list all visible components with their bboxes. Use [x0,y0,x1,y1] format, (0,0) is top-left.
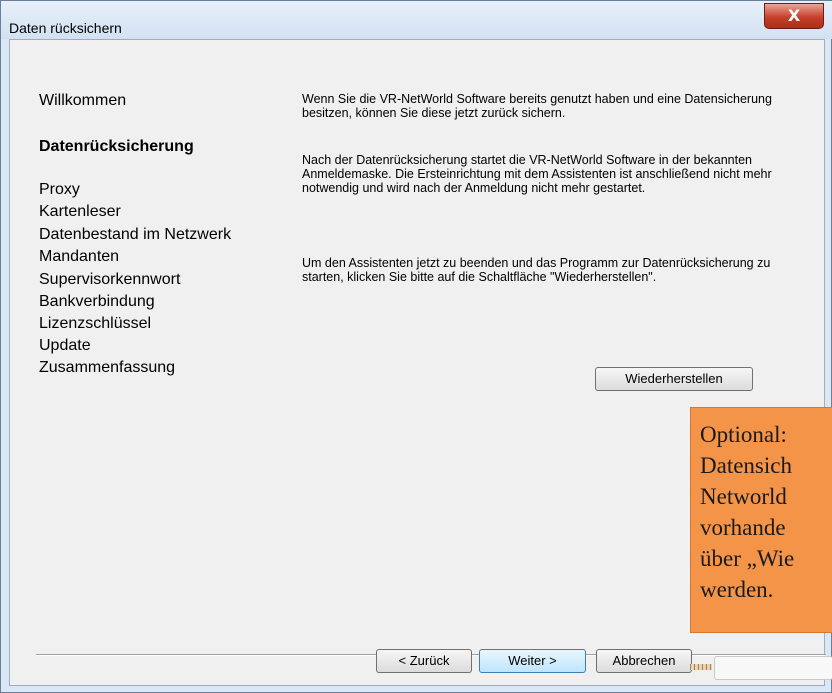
step-mandanten: Mandanten [39,248,120,265]
restore-button[interactable]: Wiederherstellen [595,367,753,391]
callout-line: werden. [700,577,774,602]
step-update: Update [39,337,91,354]
cancel-button[interactable]: Abbrechen [596,649,692,673]
step-supervisorkennwort: Supervisorkennwort [39,271,181,288]
title-bar[interactable]: Daten rücksichern X [1,1,832,39]
callout-line: über „Wie [700,546,795,571]
step-willkommen: Willkommen [39,92,127,109]
info-text: Nach der Datenrücksicherung startet die … [302,153,772,195]
callout-pointer [690,664,712,670]
close-icon: X [787,6,801,25]
callout-line: Optional: [700,422,787,447]
help-button[interactable] [714,656,832,680]
close-button[interactable]: X [764,3,824,29]
callout-line: vorhande [700,515,786,540]
annotation-callout: Optional: Datensich Networld vorhande üb… [690,407,832,633]
window-title: Daten rücksichern [9,20,122,36]
intro-text: Wenn Sie die VR-NetWorld Software bereit… [302,92,772,120]
step-zusammenfassung: Zusammenfassung [39,359,176,376]
callout-line: Datensich [700,453,792,478]
instruction-text: Um den Assistenten jetzt zu beenden und … [302,256,771,284]
next-button[interactable]: Weiter > [479,649,586,673]
back-button[interactable]: < Zurück [376,649,472,673]
step-bankverbindung: Bankverbindung [39,293,155,310]
callout-line: Networld [700,484,787,509]
step-datenbestand: Datenbestand im Netzwerk [39,226,232,243]
step-proxy: Proxy [39,181,80,198]
step-kartenleser: Kartenleser [39,203,121,220]
wizard-window: Daten rücksichern X Willkommen Datenrück… [0,0,832,693]
step-lizenzschluessel: Lizenzschlüssel [39,315,152,332]
step-datenruecksicherung: Datenrücksicherung [39,138,194,155]
